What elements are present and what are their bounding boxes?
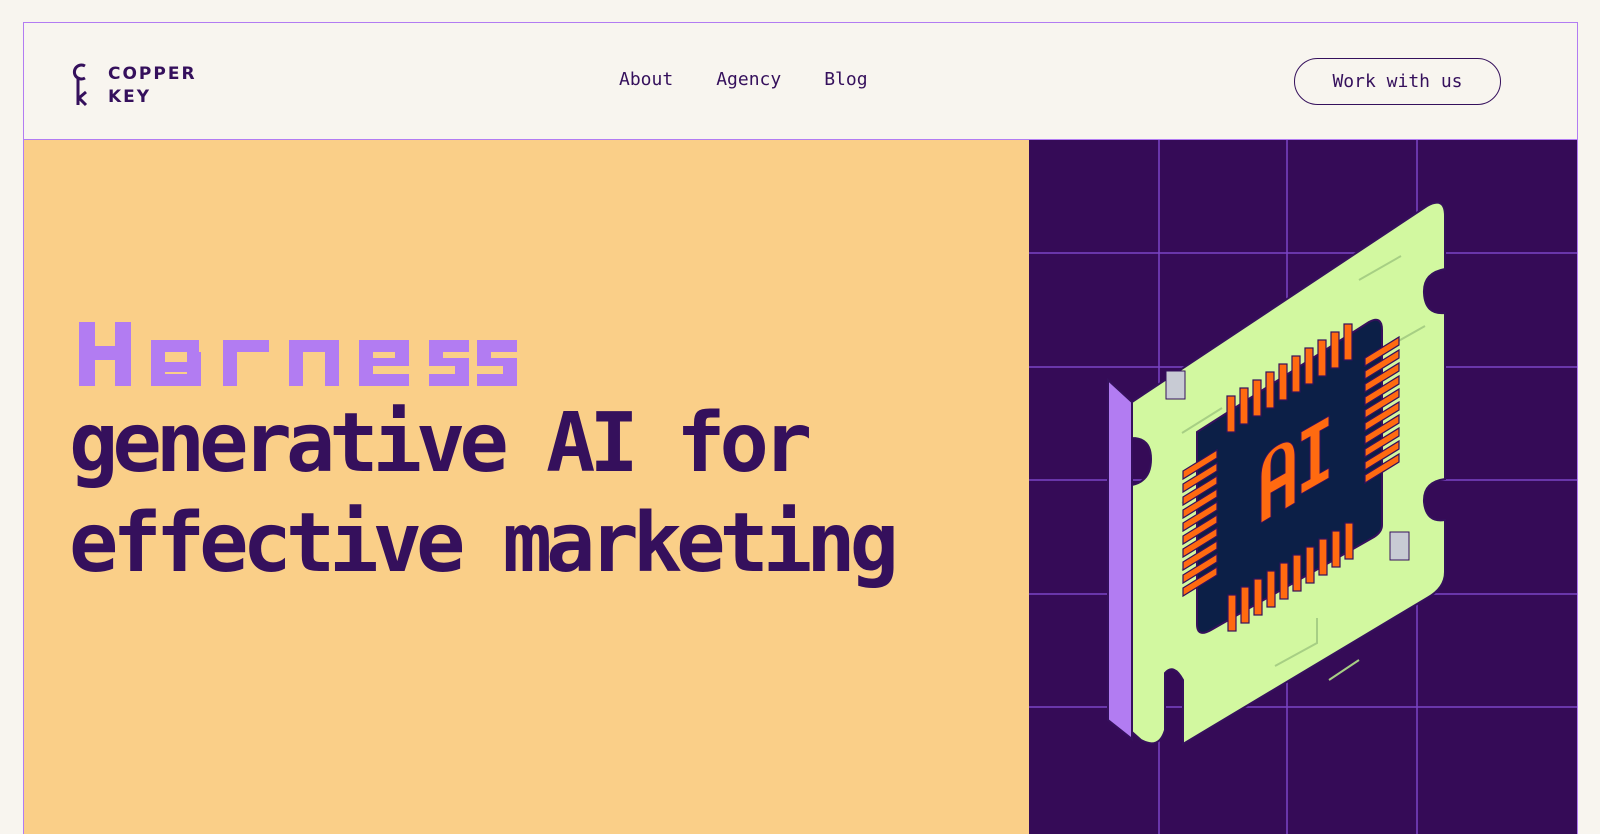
site-header: COPPER KEY About Agency Blog Work with u… xyxy=(24,23,1577,140)
hero-illustration-panel xyxy=(1029,140,1577,834)
nav-link-agency[interactable]: Agency xyxy=(716,68,781,92)
brand-wordmark: COPPER KEY xyxy=(108,63,197,109)
work-with-us-button[interactable]: Work with us xyxy=(1294,58,1501,105)
hero-text-panel: generative AI for effective marketing xyxy=(24,140,1029,834)
main-nav: About Agency Blog xyxy=(619,68,868,92)
brand-wordmark-line1: COPPER xyxy=(108,64,197,84)
ai-chip-illustration xyxy=(1029,140,1577,834)
page-frame: COPPER KEY About Agency Blog Work with u… xyxy=(23,22,1578,834)
hero-highlight-word xyxy=(79,322,517,386)
hero-headline: generative AI for effective marketing xyxy=(69,394,899,594)
brand-wordmark-line2: KEY xyxy=(108,87,152,107)
hero-headline-line1: generative AI for xyxy=(69,396,812,491)
nav-link-blog[interactable]: Blog xyxy=(824,68,867,92)
brand-logo[interactable]: COPPER KEY xyxy=(68,61,208,107)
nav-link-about[interactable]: About xyxy=(619,68,673,92)
hero-headline-line2: effective marketing xyxy=(69,496,899,591)
key-icon xyxy=(72,63,88,107)
